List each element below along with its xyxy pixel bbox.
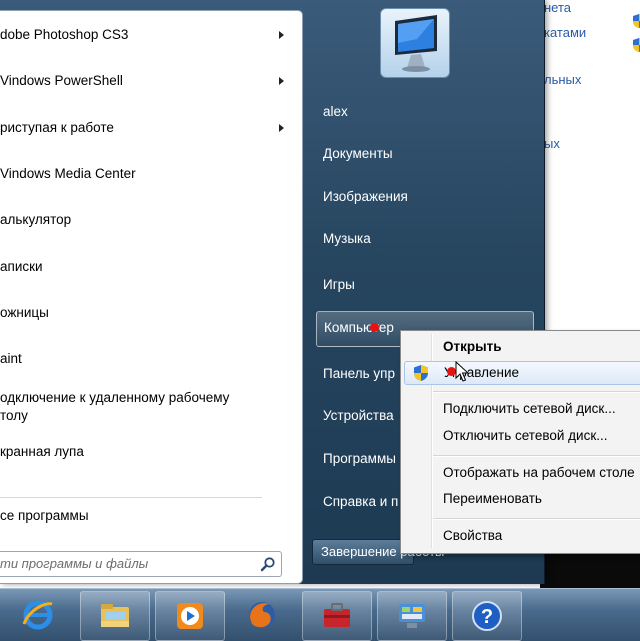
context-item-properties[interactable]: Свойства	[404, 525, 640, 547]
right-item-label: Документы	[323, 146, 393, 161]
right-item-games[interactable]: Игры	[316, 269, 532, 303]
program-item-label: алькулятор	[0, 212, 72, 227]
program-item-magnifier[interactable]: кранная лупа	[0, 432, 300, 472]
submenu-arrow-icon	[279, 124, 284, 132]
right-item-label: alex	[323, 104, 348, 119]
context-item-map-drive[interactable]: Подключить сетевой диск...	[404, 398, 640, 420]
program-item-label: риступая к работе	[0, 120, 114, 135]
program-item-label: одключение к удаленному рабочему толу	[0, 390, 230, 423]
program-item-powershell[interactable]: Vindows PowerShell	[0, 61, 300, 101]
divider	[0, 497, 262, 498]
background-link[interactable]: ых	[544, 136, 560, 151]
context-menu-divider	[433, 455, 640, 457]
context-item-label: Переименовать	[443, 491, 542, 506]
program-list-pane: dobe Photoshop CS3 Vindows PowerShell ри…	[0, 10, 303, 584]
submenu-arrow-icon	[279, 77, 284, 85]
user-picture[interactable]	[380, 8, 450, 78]
context-item-label: Отключить сетевой диск...	[443, 428, 608, 443]
right-item-documents[interactable]: Документы	[316, 138, 532, 172]
context-item-rename[interactable]: Переименовать	[404, 488, 640, 510]
right-item-label: Справка и п	[323, 494, 399, 509]
computer-monitor-icon	[395, 15, 437, 72]
pointer-highlight-dot	[370, 323, 379, 332]
right-item-label: Панель упр	[323, 366, 395, 381]
context-menu-divider	[433, 518, 640, 520]
program-item-media-center[interactable]: Vindows Media Center	[0, 154, 300, 194]
program-item-label: аписки	[0, 259, 43, 274]
right-item-label: Программы	[323, 451, 396, 466]
search-input[interactable]: ти программы и файлы	[0, 551, 282, 577]
right-item-label: Компьютер	[324, 320, 394, 335]
context-item-label: Отображать на рабочем столе	[443, 465, 635, 480]
taskbar-button-media-player[interactable]	[155, 591, 225, 641]
windows-explorer-icon	[101, 604, 129, 627]
right-item-label: Игры	[323, 277, 355, 292]
media-player-icon	[177, 603, 203, 629]
program-item-label: dobe Photoshop CS3	[0, 27, 129, 42]
program-item-label: кранная лупа	[0, 444, 84, 459]
program-item-getting-started[interactable]: риступая к работе	[0, 108, 300, 148]
uac-shield-icon	[414, 365, 428, 381]
context-menu: Открыть Управление Подключить сетевой ди…	[400, 330, 640, 554]
right-item-label: Музыка	[323, 231, 371, 246]
help-icon: ?	[472, 601, 502, 631]
program-item-label: ожницы	[0, 305, 49, 320]
context-menu-divider	[433, 391, 640, 393]
search-placeholder: ти программы и файлы	[0, 556, 149, 571]
right-item-label: Изображения	[323, 189, 408, 204]
right-item-music[interactable]: Музыка	[316, 223, 532, 257]
program-item-label: Vindows Media Center	[0, 166, 136, 181]
uac-shield-icon	[633, 14, 640, 28]
uac-shield-icon	[633, 38, 640, 52]
program-item-snipping-tool[interactable]: ожницы	[0, 293, 300, 333]
toolbox-icon	[324, 603, 350, 627]
firefox-icon	[249, 602, 275, 628]
program-item-remote-desktop[interactable]: одключение к удаленному рабочему толу	[0, 385, 300, 431]
taskbar: ?	[0, 588, 640, 641]
program-item-sticky-notes[interactable]: аписки	[0, 247, 300, 287]
mouse-cursor-icon	[455, 361, 469, 382]
taskbar-button-firefox[interactable]	[228, 591, 296, 639]
context-item-manage[interactable]: Управление	[404, 361, 640, 385]
taskbar-button-toolbox[interactable]	[302, 591, 372, 641]
taskbar-button-control-panel[interactable]	[377, 591, 447, 641]
right-item-label: Устройства	[323, 408, 394, 423]
context-item-label: Открыть	[443, 339, 502, 354]
background-link[interactable]: катами	[544, 25, 586, 40]
shutdown-button[interactable]: Завершение работы	[312, 539, 444, 565]
submenu-arrow-icon	[279, 31, 284, 39]
all-programs-button[interactable]: се программы	[0, 508, 89, 523]
control-panel-icon	[399, 604, 425, 628]
context-item-label: Свойства	[443, 528, 503, 543]
taskbar-button-ie[interactable]	[4, 591, 72, 639]
background-link[interactable]: нета	[544, 0, 571, 15]
taskbar-button-help[interactable]: ?	[452, 591, 522, 641]
program-item-calculator[interactable]: алькулятор	[0, 200, 300, 240]
program-item-label: Vindows PowerShell	[0, 73, 123, 88]
context-item-label: Подключить сетевой диск...	[443, 401, 616, 416]
right-item-pictures[interactable]: Изображения	[316, 181, 532, 215]
background-link[interactable]: льных	[544, 72, 581, 87]
internet-explorer-icon	[22, 600, 53, 630]
program-item-paint[interactable]: aint	[0, 339, 300, 379]
right-item-user[interactable]: alex	[316, 96, 532, 130]
svg-text:?: ?	[481, 606, 493, 628]
context-item-open[interactable]: Открыть	[404, 336, 640, 358]
search-icon[interactable]	[260, 556, 276, 572]
program-item-label: aint	[0, 351, 22, 366]
taskbar-button-explorer[interactable]	[80, 591, 150, 641]
program-item-photoshop[interactable]: dobe Photoshop CS3	[0, 15, 300, 55]
context-item-show-on-desktop[interactable]: Отображать на рабочем столе	[404, 462, 640, 484]
context-item-disconnect-drive[interactable]: Отключить сетевой диск...	[404, 425, 640, 447]
